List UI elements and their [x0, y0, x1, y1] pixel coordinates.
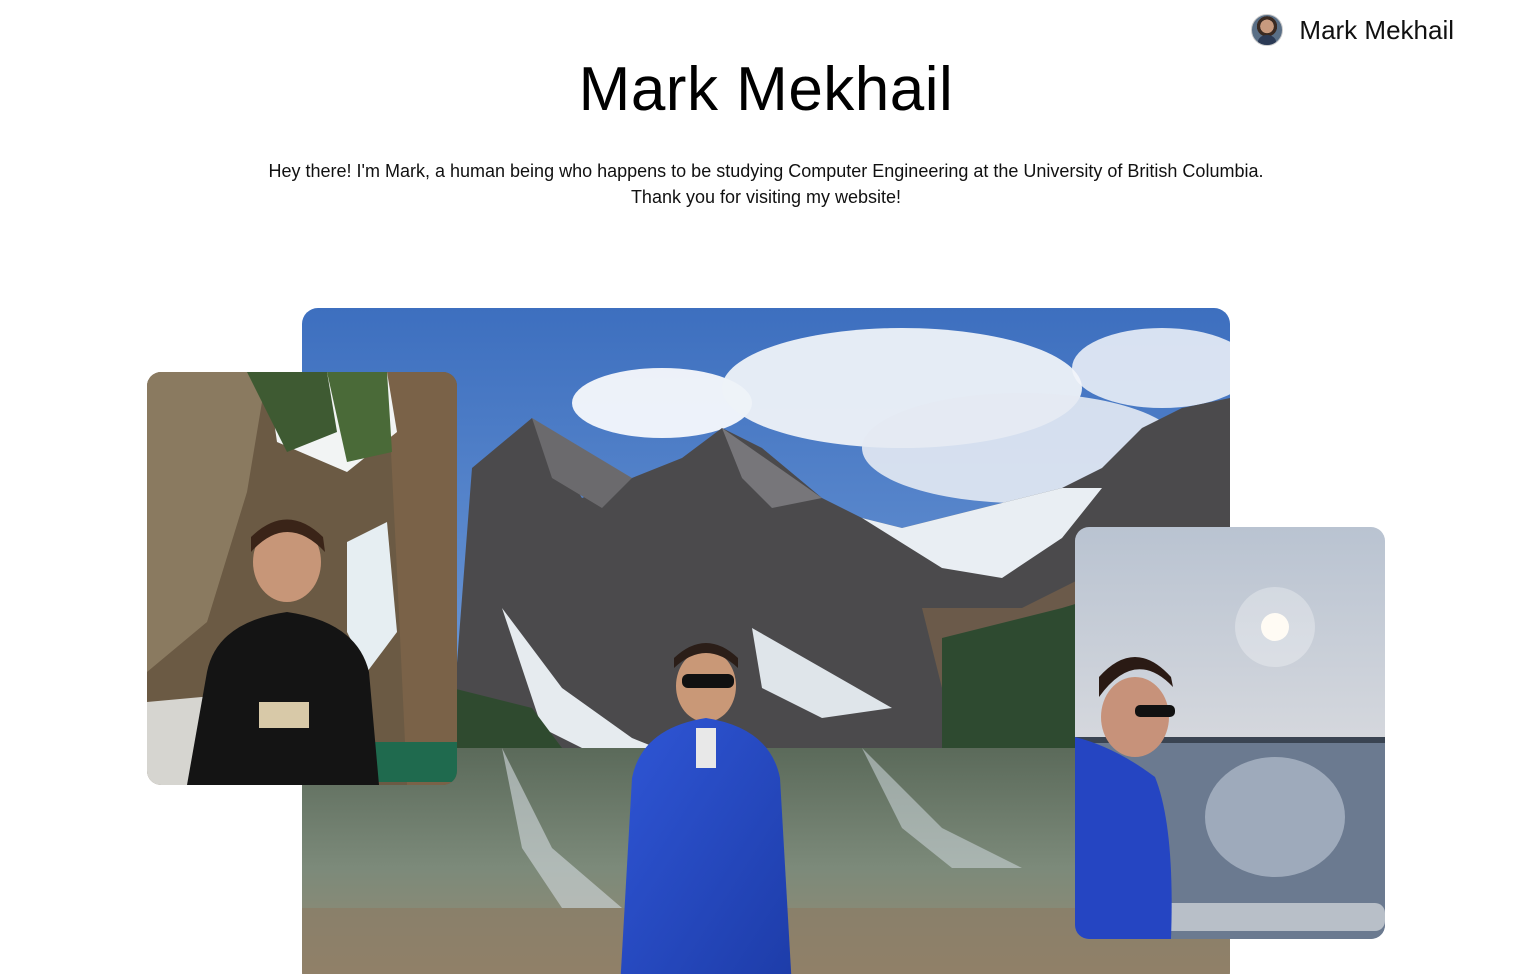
header-name: Mark Mekhail	[1299, 14, 1454, 45]
canyon-waterfall-photo	[147, 372, 457, 785]
page-title: Mark Mekhail	[578, 55, 954, 124]
boat-lake-sunset-photo	[1075, 527, 1385, 939]
avatar	[1251, 14, 1284, 46]
intro-line-2: Thank you for visiting my website!	[630, 187, 902, 207]
header-user-link[interactable]: Mark Mekhail	[1251, 14, 1454, 46]
intro-line-1: Hey there! I'm Mark, a human being who h…	[268, 161, 1264, 181]
intro-text: Hey there! I'm Mark, a human being who h…	[0, 158, 1532, 210]
